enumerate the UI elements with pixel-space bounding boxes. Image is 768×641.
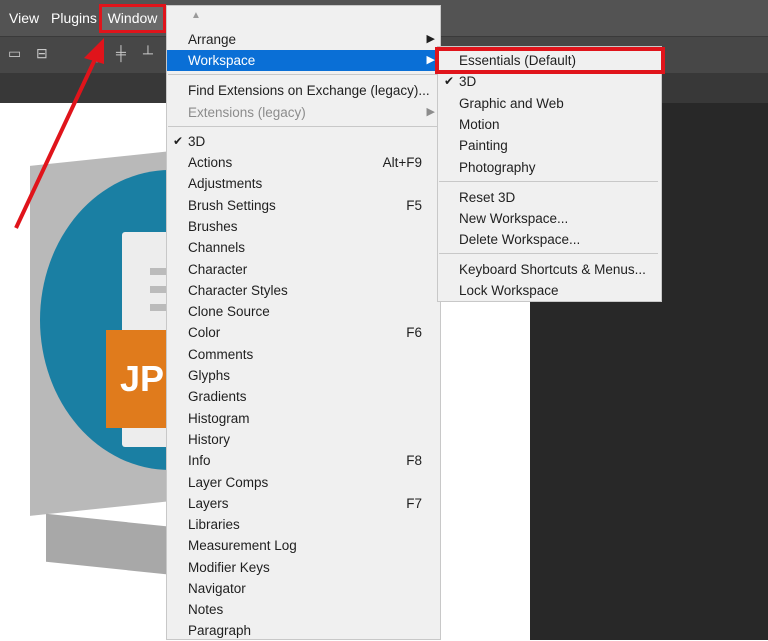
annotation-layer [14, 38, 104, 229]
annotation-arrow-head [84, 38, 104, 64]
annotation-arrow-line [14, 54, 99, 229]
annotation-box-essentials [435, 47, 665, 74]
